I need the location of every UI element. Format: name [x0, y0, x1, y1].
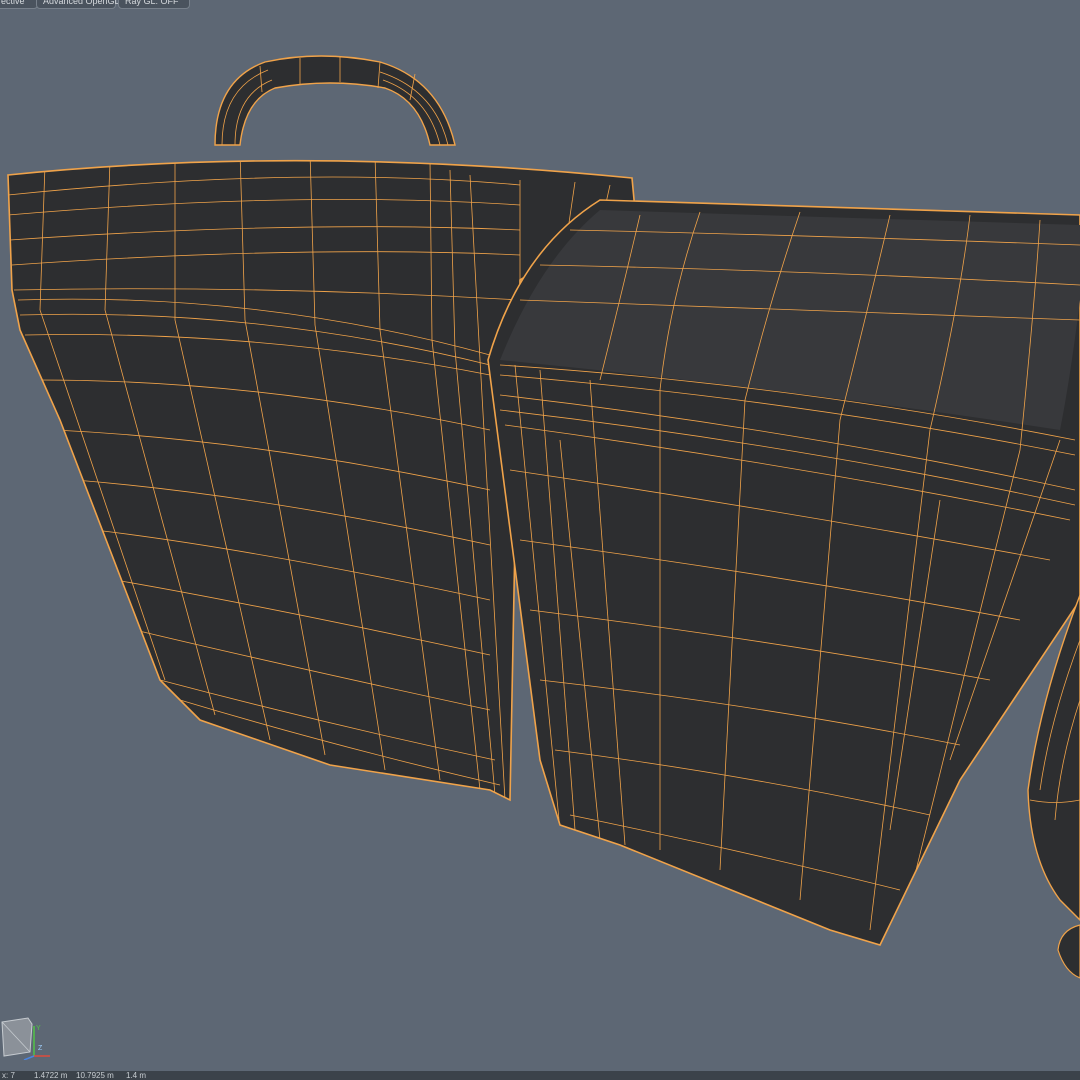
coord-value-b: 10.7925 m [76, 1071, 114, 1080]
coord-value-c: 1.4 m [126, 1071, 147, 1080]
viewport-scene [7, 55, 1080, 979]
bag-handle [214, 55, 456, 146]
coord-value-a: 1.4722 m [34, 1071, 68, 1080]
gizmo-y-label: Y [36, 1025, 41, 1032]
view-mode-button[interactable]: ective [0, 0, 38, 9]
axis-gizmo-icon: Y Z [1, 1017, 50, 1060]
3d-viewport[interactable]: ective Advanced OpenGL Ray GL: OFF Y Z x… [0, 0, 1080, 1080]
status-bar: x: 7 1.4722 m 10.7925 m 1.4 m [0, 1071, 1080, 1080]
render-mode-button[interactable]: Advanced OpenGL [36, 0, 120, 9]
ray-gl-toggle[interactable]: Ray GL: OFF [118, 0, 190, 9]
bag-right [487, 199, 1080, 946]
coord-label: x: 7 [2, 1071, 15, 1080]
gizmo-z-label: Z [38, 1045, 43, 1052]
